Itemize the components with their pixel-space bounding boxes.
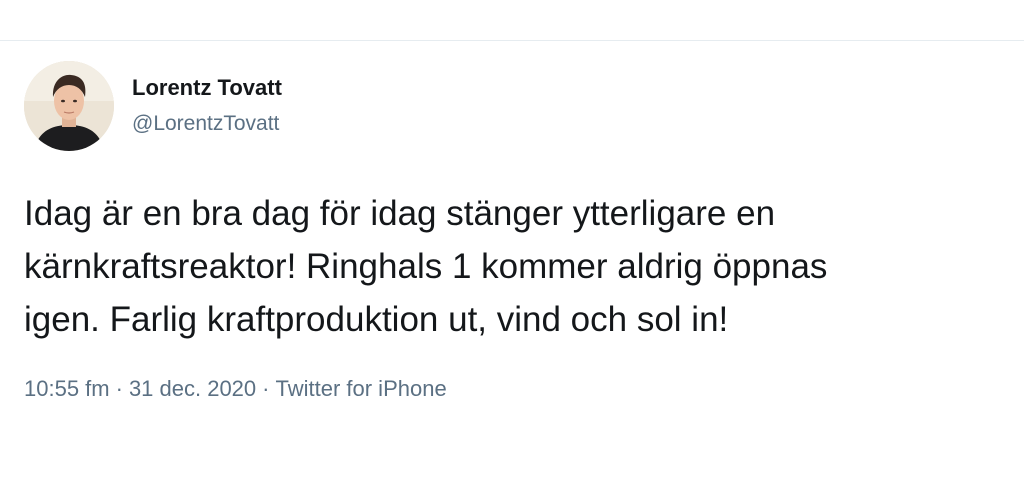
tweet-text: Idag är en bra dag för idag stänger ytte… xyxy=(24,187,1004,346)
avatar-portrait-icon xyxy=(24,61,114,151)
avatar[interactable] xyxy=(24,61,114,151)
tweet-source-link[interactable]: Twitter for iPhone xyxy=(276,376,447,401)
tweet-date: 31 dec. 2020 xyxy=(128,376,257,401)
tweet-text-line: Idag är en bra dag för idag stänger ytte… xyxy=(24,194,776,233)
tweet-time: 10:55 fm xyxy=(24,376,110,401)
tweet-card: Lorentz Tovatt @LorentzTovatt Idag är en… xyxy=(0,0,1024,481)
meta-separator: · xyxy=(262,376,270,401)
tweet-text-line: igen. Farlig kraftproduktion ut, vind oc… xyxy=(24,300,729,339)
tweet-text-line: kärnkraftsreaktor! Ringhals 1 kommer ald… xyxy=(24,247,828,286)
author-handle[interactable]: @LorentzTovatt xyxy=(132,112,279,136)
tweet-metadata: 10:55 fm · 31 dec. 2020 · Twitter for iPhone xyxy=(24,376,447,402)
author-name[interactable]: Lorentz Tovatt xyxy=(132,75,282,101)
tweet-timestamp-link[interactable]: 10:55 fm · 31 dec. 2020 xyxy=(24,376,256,401)
meta-separator: · xyxy=(115,376,123,401)
